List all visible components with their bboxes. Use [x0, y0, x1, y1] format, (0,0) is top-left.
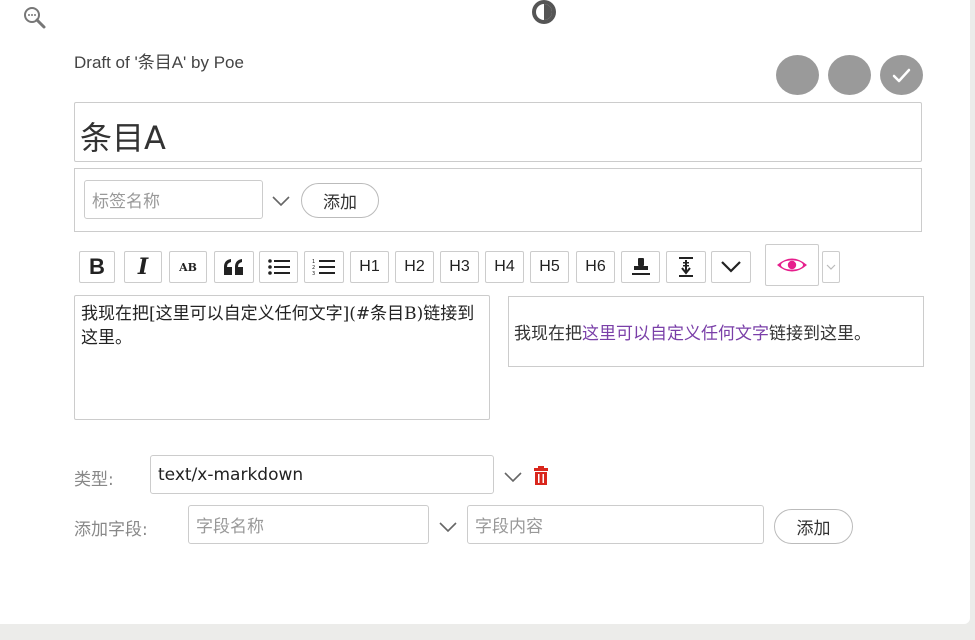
heading-3-button[interactable]: H3: [440, 251, 479, 283]
draft-title: Draft of '条目A' by Poe: [74, 53, 244, 72]
bullet-list-button[interactable]: [259, 251, 298, 283]
tag-name-input[interactable]: 标签名称: [84, 180, 263, 219]
preview-pane: 我现在把 这里可以自定义任何文字 链接到这里。: [508, 296, 924, 367]
chevron-down-icon[interactable]: [437, 519, 459, 535]
field-value-input[interactable]: 字段内容: [467, 505, 764, 544]
preview-toggle-button[interactable]: [765, 244, 819, 286]
field-name-input[interactable]: 字段名称: [188, 505, 429, 544]
theme-toggle-icon[interactable]: [524, 0, 564, 28]
heading-5-button[interactable]: H5: [530, 251, 569, 283]
search-icon[interactable]: [22, 5, 48, 31]
quote-button[interactable]: [214, 251, 254, 283]
numbered-list-icon: 1 2 3: [312, 259, 335, 276]
preview-link[interactable]: 这里可以自定义任何文字: [582, 319, 769, 344]
stamp-button[interactable]: [621, 251, 660, 283]
cancel-button[interactable]: [828, 55, 871, 95]
excise-button[interactable]: [666, 251, 706, 283]
bold-button[interactable]: B: [79, 251, 115, 283]
more-actions-button[interactable]: [776, 55, 819, 95]
excise-icon: [679, 257, 693, 277]
more-tools-button[interactable]: [711, 251, 751, 283]
chevron-down-icon: [721, 261, 741, 273]
heading-2-button[interactable]: H2: [395, 251, 434, 283]
heading-4-button[interactable]: H4: [485, 251, 524, 283]
heading-1-button[interactable]: H1: [350, 251, 389, 283]
chevron-down-icon[interactable]: [270, 193, 292, 209]
numbered-list-button[interactable]: 1 2 3: [304, 251, 344, 283]
chevron-down-icon[interactable]: [502, 469, 524, 485]
stamp-icon: [631, 258, 650, 275]
quote-icon: [224, 259, 243, 275]
add-tag-button[interactable]: 添加: [301, 183, 379, 218]
title-input[interactable]: [74, 102, 922, 162]
bullet-list-icon: [267, 259, 290, 275]
eye-icon: [777, 258, 807, 272]
trash-icon[interactable]: [533, 466, 549, 486]
type-input[interactable]: text/x-markdown: [150, 455, 494, 494]
add-field-button[interactable]: 添加: [774, 509, 853, 544]
add-field-label: 添加字段:: [74, 520, 148, 540]
title-text: 条目A: [80, 119, 166, 157]
checkmark-icon: [892, 68, 911, 83]
strikethrough-button[interactable]: AB: [169, 251, 207, 283]
svg-text:3: 3: [312, 271, 315, 276]
text-editor[interactable]: 我现在把[这里可以自定义任何文字](#条目B)链接到这里。: [74, 295, 490, 420]
italic-button[interactable]: I: [124, 251, 162, 283]
type-label: 类型:: [74, 470, 114, 490]
preview-type-dropdown[interactable]: [822, 251, 840, 283]
save-button[interactable]: [880, 55, 923, 95]
chevron-down-icon: [826, 264, 836, 270]
heading-6-button[interactable]: H6: [576, 251, 615, 283]
preview-text-before: 我现在把: [514, 324, 582, 344]
preview-text-after: 链接到这里。: [769, 324, 871, 344]
